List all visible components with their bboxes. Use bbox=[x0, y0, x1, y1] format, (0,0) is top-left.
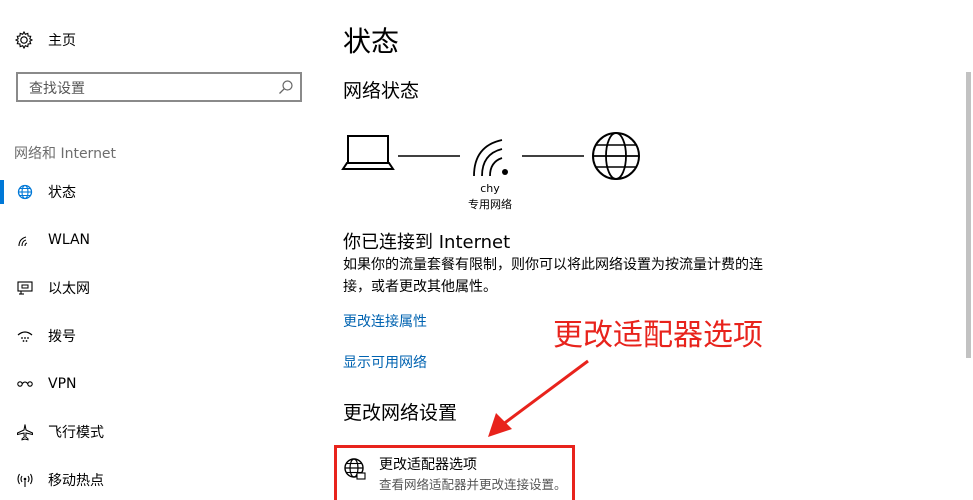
network-status-heading: 网络状态 bbox=[343, 80, 420, 102]
sidebar-item-status[interactable]: 状态 bbox=[0, 176, 320, 208]
page-title: 状态 bbox=[343, 25, 400, 58]
wifi-signal-icon bbox=[473, 139, 508, 177]
sidebar: 主页 网络和 Internet 状态 WLAN bbox=[0, 0, 320, 496]
sidebar-item-label: 移动热点 bbox=[48, 473, 104, 489]
network-name: chy bbox=[480, 182, 500, 195]
sidebar-item-label: 以太网 bbox=[48, 281, 90, 297]
network-type: 专用网络 bbox=[468, 197, 512, 211]
sidebar-item-label: VPN bbox=[48, 376, 77, 392]
sidebar-item-ethernet[interactable]: 以太网 bbox=[0, 272, 320, 304]
wifi-icon bbox=[18, 236, 28, 247]
network-diagram-graphic: chy 专用网络 bbox=[341, 132, 640, 211]
sidebar-item-dialup[interactable]: 拨号 bbox=[0, 320, 320, 352]
change-connection-properties-link[interactable]: 更改连接属性 bbox=[343, 311, 427, 331]
home-label: 主页 bbox=[48, 33, 76, 49]
sidebar-item-label: 拨号 bbox=[48, 329, 76, 345]
laptop-icon bbox=[341, 135, 395, 170]
section-label: 网络和 Internet bbox=[14, 146, 117, 162]
airplane-icon bbox=[17, 424, 33, 441]
sidebar-item-hotspot[interactable]: 移动热点 bbox=[0, 464, 320, 496]
vpn-icon bbox=[17, 381, 33, 387]
sidebar-item-vpn[interactable]: VPN bbox=[0, 368, 320, 400]
sidebar-item-label: 飞行模式 bbox=[48, 425, 104, 441]
change-network-settings-heading: 更改网络设置 bbox=[343, 402, 458, 424]
gear-icon bbox=[14, 30, 34, 50]
ethernet-icon bbox=[17, 281, 33, 295]
connection-description: 如果你的流量套餐有限制，则你可以将此网络设置为按流量计费的连接，或者更改其他属性… bbox=[343, 257, 763, 295]
dialup-icon bbox=[17, 331, 33, 342]
globe-icon bbox=[17, 184, 33, 200]
highlight-box bbox=[334, 445, 575, 500]
internet-globe-icon bbox=[592, 132, 640, 180]
search-input[interactable] bbox=[27, 78, 271, 100]
show-available-networks-link[interactable]: 显示可用网络 bbox=[343, 352, 427, 372]
annotation-text: 更改适配器选项 bbox=[553, 318, 763, 353]
scrollbar[interactable] bbox=[966, 72, 971, 358]
sidebar-item-label: 状态 bbox=[48, 185, 76, 201]
search-box[interactable] bbox=[16, 72, 302, 102]
connection-status-title: 你已连接到 Internet bbox=[343, 232, 511, 253]
active-indicator bbox=[0, 180, 4, 204]
annotation-arrow bbox=[488, 359, 589, 437]
sidebar-item-airplane[interactable]: 飞行模式 bbox=[0, 416, 320, 448]
sidebar-item-label: WLAN bbox=[48, 232, 91, 248]
sidebar-item-wlan[interactable]: WLAN bbox=[0, 224, 320, 256]
home-nav-item[interactable]: 主页 bbox=[14, 28, 76, 52]
search-icon[interactable] bbox=[278, 79, 294, 95]
hotspot-icon bbox=[17, 473, 33, 487]
network-diagram: chy 专用网络 bbox=[340, 125, 660, 215]
